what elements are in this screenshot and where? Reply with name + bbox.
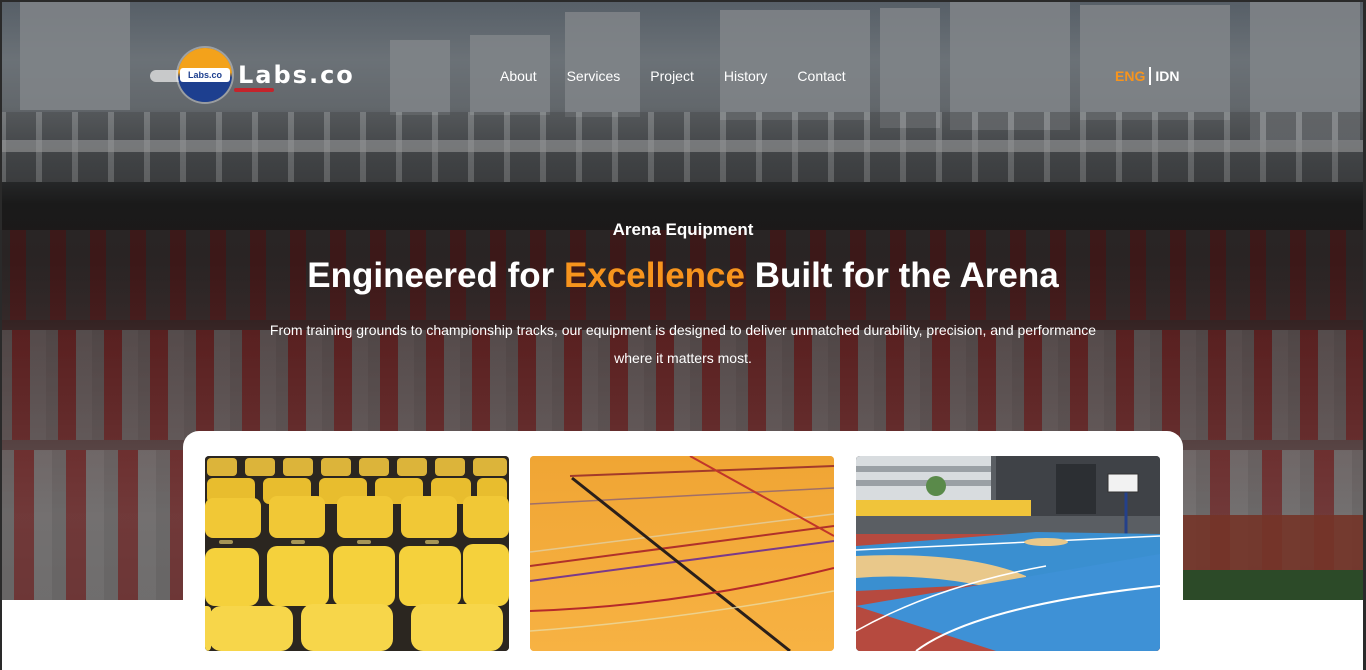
language-switcher: ENG IDN <box>1115 67 1179 85</box>
language-eng[interactable]: ENG <box>1115 68 1145 84</box>
brand-logo[interactable]: Labs.co Labs.co <box>150 48 355 102</box>
seats-illustration <box>205 456 509 651</box>
logo-emblem: Labs.co <box>178 48 232 102</box>
logo-accent <box>234 88 274 92</box>
nav-history[interactable]: History <box>724 67 768 85</box>
hero-subtitle: From training grounds to championship tr… <box>269 322 1097 366</box>
main-navigation: About Services Project History Contact <box>500 67 876 85</box>
language-idn[interactable]: IDN <box>1155 68 1179 84</box>
hero-headline: Engineered for Excellence Built for the … <box>0 256 1366 296</box>
headline-accent: Excellence <box>564 256 745 295</box>
court-illustration <box>856 456 1160 651</box>
basketball-court-image[interactable] <box>856 456 1160 651</box>
headline-part: Built for the Arena <box>744 256 1059 295</box>
language-divider <box>1149 67 1152 85</box>
window-frame <box>0 0 1366 2</box>
nav-services[interactable]: Services <box>567 67 621 85</box>
logo-wordmark: Labs.co <box>238 61 355 89</box>
hero-kicker: Arena Equipment <box>612 220 754 239</box>
window-frame <box>0 0 2 670</box>
sports-floor-image[interactable] <box>530 456 834 651</box>
nav-contact[interactable]: Contact <box>797 67 845 85</box>
headline-part: Engineered for <box>307 256 565 295</box>
logo-badge-text: Labs.co <box>180 68 230 82</box>
nav-about[interactable]: About <box>500 67 537 85</box>
stadium-seats-image[interactable] <box>205 456 509 651</box>
floor-illustration <box>530 456 834 651</box>
nav-project[interactable]: Project <box>650 67 694 85</box>
